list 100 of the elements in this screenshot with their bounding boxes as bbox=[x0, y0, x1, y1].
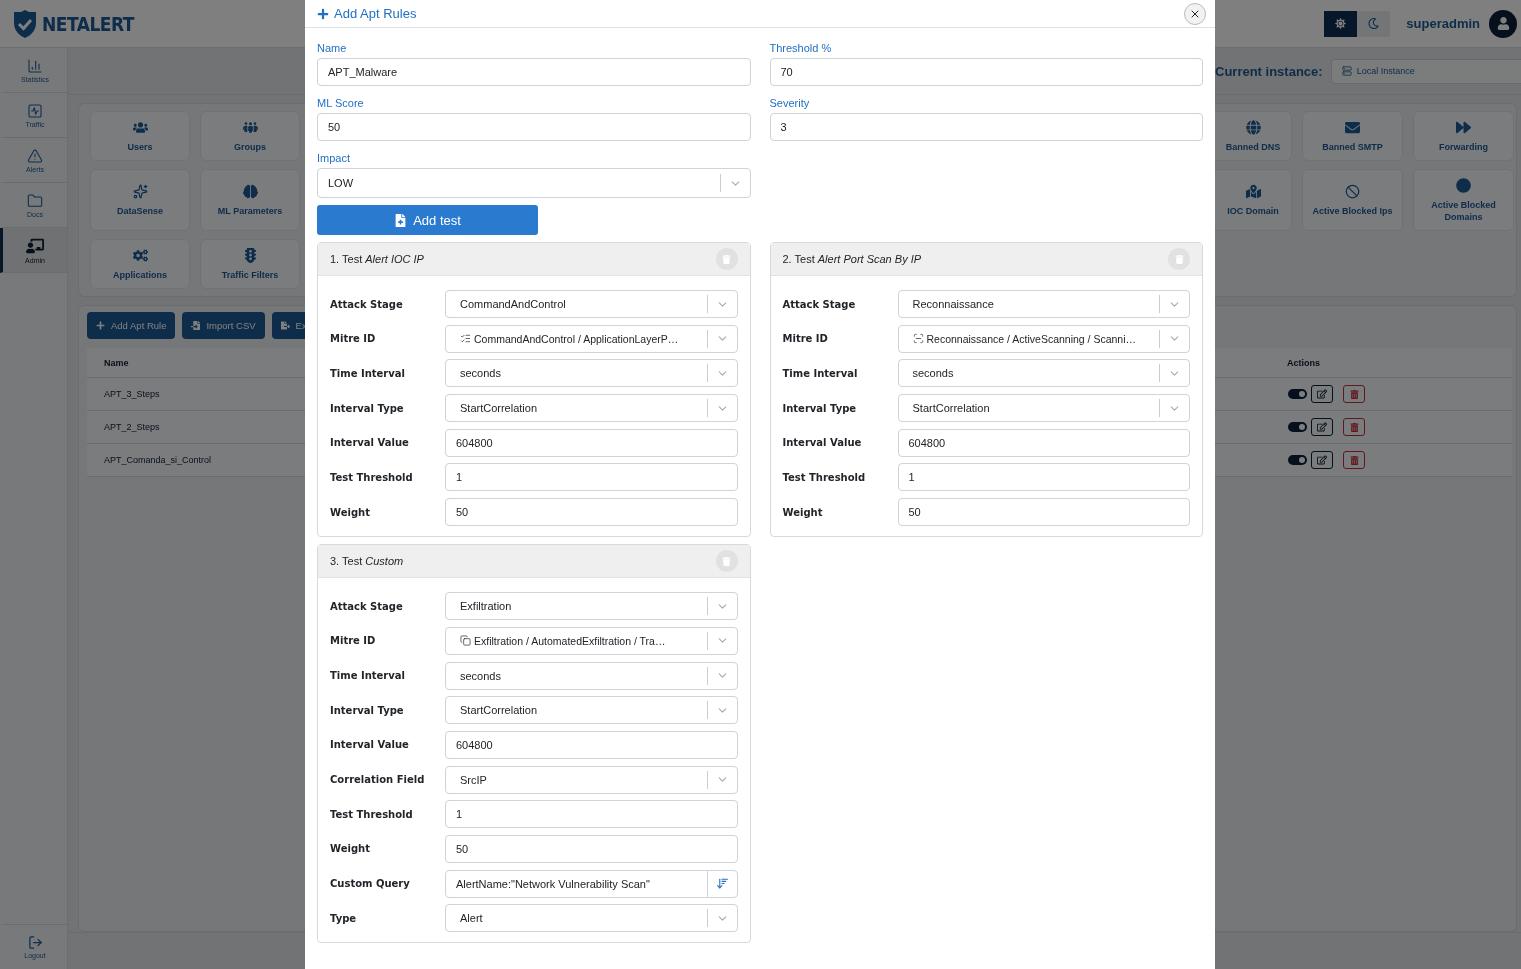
field-label: Impact bbox=[317, 152, 351, 164]
presenter-icon bbox=[26, 236, 44, 255]
copy-icon bbox=[460, 635, 471, 647]
field-label: Weight bbox=[330, 843, 371, 855]
input-field[interactable]: 70 bbox=[769, 58, 1203, 86]
toolbar-button[interactable]: Add Apt Rule bbox=[87, 312, 176, 339]
plus-icon bbox=[96, 321, 105, 330]
edit-button[interactable] bbox=[1311, 418, 1333, 436]
logout-icon bbox=[27, 935, 43, 950]
trash-icon bbox=[1349, 455, 1359, 465]
delete-button[interactable] bbox=[1343, 418, 1365, 436]
column-header: Actions bbox=[1287, 357, 1320, 368]
select-field[interactable]: Reconnaissance bbox=[897, 290, 1190, 318]
fast-forward-icon bbox=[1456, 119, 1471, 135]
field-label: Test Threshold bbox=[782, 471, 867, 483]
field-label: Type bbox=[330, 912, 358, 924]
dark-theme-button[interactable] bbox=[1357, 10, 1391, 37]
select-field[interactable]: LOW bbox=[317, 168, 751, 198]
select-field[interactable]: Exfiltration / AutomatedExfiltration / Tra… bbox=[445, 626, 738, 655]
user-name[interactable]: superadmin bbox=[1406, 16, 1480, 31]
add-test-button[interactable]: Add test bbox=[317, 205, 538, 235]
light-theme-button[interactable] bbox=[1324, 10, 1358, 37]
input-field[interactable]: APT_Malware bbox=[317, 58, 751, 86]
field-label: Weight bbox=[330, 506, 371, 518]
toolbar-button[interactable]: Import CSV bbox=[182, 312, 265, 339]
column-header: Name bbox=[104, 357, 129, 368]
trash-icon bbox=[1174, 254, 1184, 264]
avatar-button[interactable] bbox=[1489, 9, 1517, 38]
table-cell: APT_2_Steps bbox=[104, 422, 160, 432]
select-field[interactable]: Reconnaissance / ActiveScanning / Scanni… bbox=[897, 324, 1190, 353]
select-field[interactable]: CommandAndControl bbox=[445, 290, 738, 318]
input-field[interactable]: 3 bbox=[769, 113, 1203, 141]
file-import-icon bbox=[191, 321, 201, 330]
field-label: Test Threshold bbox=[330, 471, 414, 483]
field-label: Time Interval bbox=[330, 670, 406, 681]
field-label: Attack Stage bbox=[330, 600, 404, 612]
trash-icon bbox=[722, 556, 731, 566]
input-field[interactable]: 50 bbox=[897, 498, 1190, 527]
field-label: Threshold % bbox=[769, 42, 833, 54]
table-cell: APT_Comanda_si_Control bbox=[104, 455, 212, 465]
close-button[interactable] bbox=[1184, 2, 1206, 25]
input-field[interactable]: 1 bbox=[897, 463, 1190, 492]
field-label: Weight bbox=[782, 506, 824, 518]
select-field[interactable]: StartCorrelation bbox=[445, 696, 738, 725]
toggle-switch[interactable] bbox=[1288, 389, 1307, 399]
field-label: Mitre ID bbox=[330, 635, 377, 647]
file-export-icon bbox=[280, 321, 290, 330]
field-label: Interval Type bbox=[330, 704, 405, 716]
field-label: Interval Value bbox=[330, 739, 410, 751]
edit-icon bbox=[1317, 455, 1327, 465]
input-field[interactable]: 604800 bbox=[897, 428, 1190, 457]
delete-button[interactable] bbox=[1343, 451, 1365, 469]
field-label: Interval Type bbox=[330, 402, 405, 414]
select-field[interactable]: seconds bbox=[897, 359, 1190, 388]
select-field[interactable]: StartCorrelation bbox=[445, 394, 738, 423]
test-title: 2. Test Alert Port Scan By IP bbox=[782, 253, 922, 265]
toggle-switch[interactable] bbox=[1288, 455, 1307, 465]
toggle-switch[interactable] bbox=[1288, 422, 1307, 432]
user-icon bbox=[1496, 17, 1510, 30]
modal-title: Add Apt Rules bbox=[334, 6, 417, 21]
folder-icon bbox=[27, 192, 43, 209]
instance-label: Current instance: bbox=[1215, 63, 1323, 79]
chart-square-icon bbox=[27, 102, 43, 119]
select-field[interactable]: CommandAndControl / ApplicationLayerP… bbox=[445, 324, 738, 353]
input-field[interactable]: 604800 bbox=[445, 730, 738, 759]
delete-button[interactable] bbox=[1343, 385, 1365, 403]
select-field[interactable]: Exfiltration bbox=[445, 592, 738, 621]
shield-logo-icon bbox=[12, 8, 38, 39]
scan-icon bbox=[912, 333, 924, 345]
input-field[interactable]: 50 bbox=[445, 498, 738, 527]
field-label: Interval Type bbox=[782, 402, 858, 414]
field-label: Severity bbox=[769, 97, 811, 109]
brand-name: NETALERT bbox=[42, 12, 134, 35]
query-field[interactable]: AlertName:"Network Vulnerability Scan" bbox=[445, 869, 738, 898]
trash-icon bbox=[1349, 422, 1359, 432]
trash-icon bbox=[722, 254, 731, 264]
input-field[interactable]: 50 bbox=[317, 113, 751, 141]
field-label: Attack Stage bbox=[782, 298, 857, 310]
select-field[interactable]: seconds bbox=[445, 661, 738, 690]
input-field[interactable]: 50 bbox=[445, 834, 738, 863]
select-field[interactable]: Alert bbox=[445, 904, 738, 933]
edit-button[interactable] bbox=[1311, 385, 1333, 403]
map-marker-icon bbox=[1245, 183, 1261, 199]
select-field[interactable]: seconds bbox=[445, 359, 738, 388]
test-title: 3. Test Custom bbox=[330, 555, 404, 568]
server-icon bbox=[1341, 66, 1352, 76]
warning-icon bbox=[27, 147, 43, 164]
field-label: Mitre ID bbox=[782, 333, 829, 345]
edit-icon bbox=[1317, 422, 1327, 432]
select-field[interactable]: StartCorrelation bbox=[897, 394, 1190, 423]
plus-icon bbox=[317, 7, 329, 20]
select-field[interactable]: SrcIP bbox=[445, 765, 738, 794]
input-field[interactable]: 604800 bbox=[445, 428, 738, 457]
field-label: ML Score bbox=[317, 97, 365, 109]
file-plus-icon bbox=[394, 213, 408, 227]
input-field[interactable]: 1 bbox=[445, 800, 738, 829]
people-group-icon bbox=[242, 119, 258, 135]
input-field[interactable]: 1 bbox=[445, 463, 738, 492]
traffic-light-icon bbox=[242, 247, 258, 263]
edit-button[interactable] bbox=[1311, 451, 1333, 469]
